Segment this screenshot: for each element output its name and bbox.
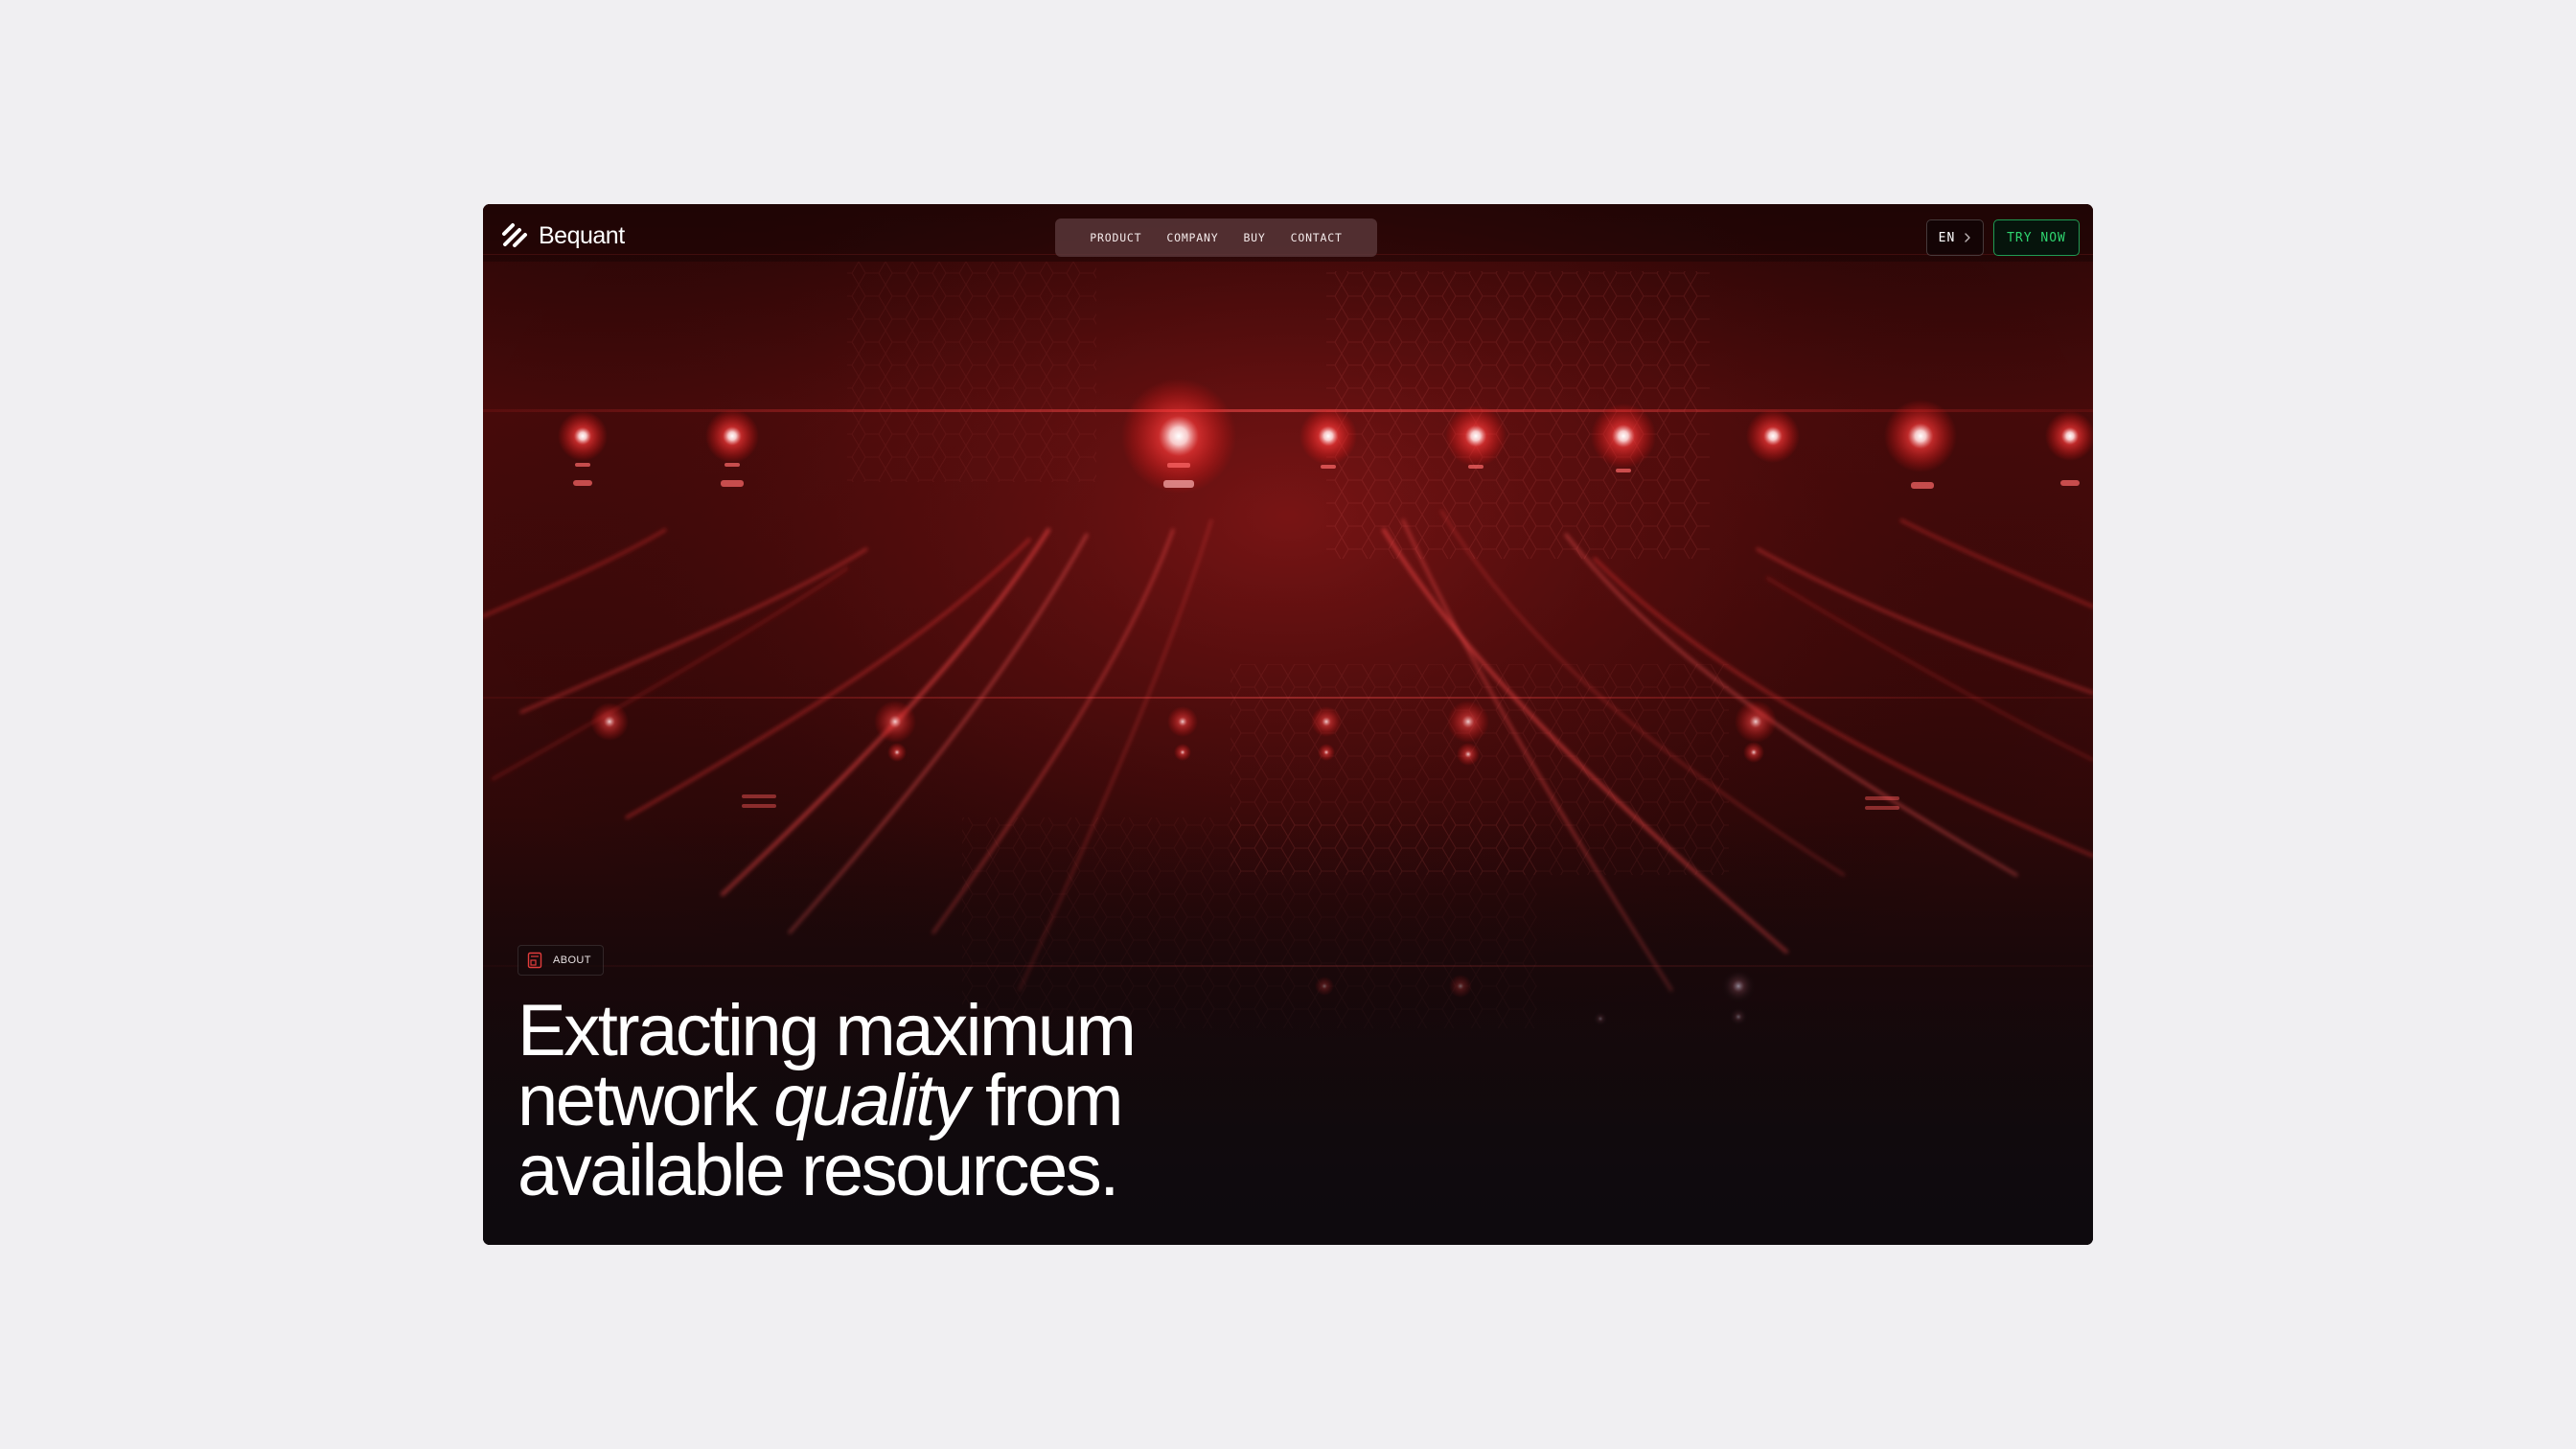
about-badge: ABOUT	[518, 945, 604, 976]
nav-item-company[interactable]: COMPANY	[1166, 231, 1218, 244]
about-label: ABOUT	[553, 954, 591, 966]
headline-line-2: network quality from	[518, 1065, 1380, 1138]
nav-item-product[interactable]: PRODUCT	[1090, 231, 1141, 244]
chevron-right-icon	[1965, 233, 1971, 242]
brand-name: Bequant	[539, 221, 625, 249]
language-label: EN	[1938, 230, 1956, 245]
headline-line-3: available resources.	[518, 1130, 1119, 1211]
hero-headline: Extracting maximum network quality from …	[518, 990, 1380, 1211]
document-icon	[527, 952, 542, 969]
headline-line-1: Extracting maximum	[518, 990, 1137, 1071]
bequant-logo-icon	[502, 223, 527, 247]
nav-item-contact[interactable]: CONTACT	[1291, 231, 1343, 244]
brand-logo[interactable]: Bequant	[500, 221, 625, 250]
browser-frame: Bequant PRODUCT COMPANY BUY CONTACT EN T…	[483, 204, 2093, 1245]
nav-item-buy[interactable]: BUY	[1243, 231, 1265, 244]
try-now-button[interactable]: TRY NOW	[1993, 219, 2080, 256]
language-selector[interactable]: EN	[1926, 219, 1984, 256]
try-now-label: TRY NOW	[2007, 230, 2066, 245]
main-nav: PRODUCT COMPANY BUY CONTACT	[1055, 218, 1377, 257]
